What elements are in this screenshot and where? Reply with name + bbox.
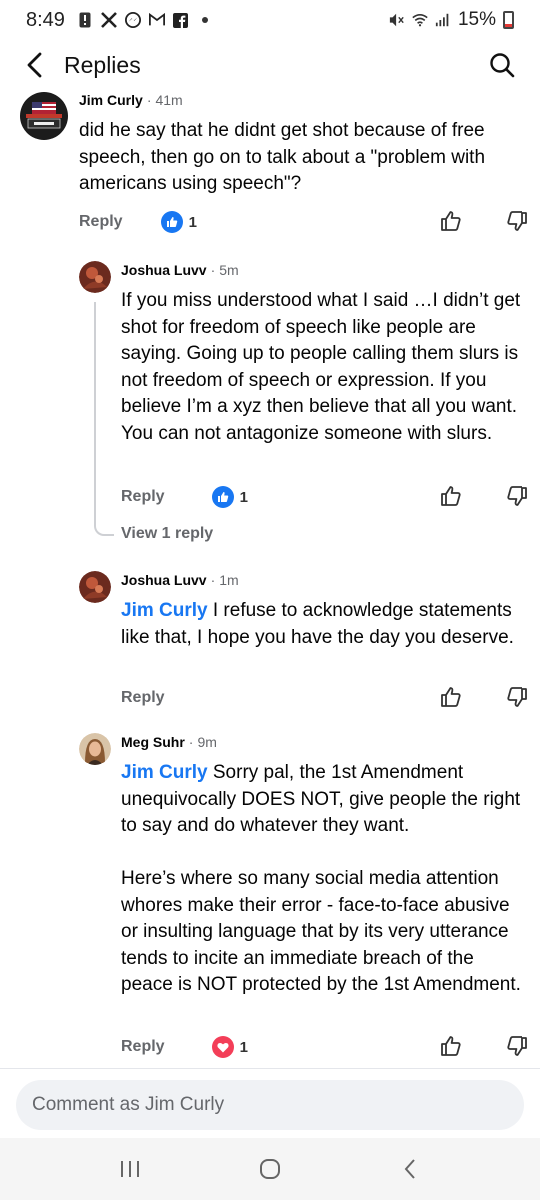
signal-icon [435, 12, 451, 28]
comment-timestamp[interactable]: 41m [155, 92, 182, 108]
comment-author[interactable]: Joshua Luvv [121, 262, 207, 278]
avatar[interactable] [20, 92, 68, 140]
status-time: 8:49 [26, 8, 65, 31]
comment-text: If you miss understood what I said …I di… [121, 290, 526, 444]
header: Replies [0, 40, 540, 90]
wifi-icon [412, 12, 428, 28]
gmail-icon [148, 12, 165, 28]
home-button[interactable] [250, 1149, 290, 1189]
comment-timestamp[interactable]: 9m [197, 734, 216, 750]
thumbs-down-icon [507, 486, 527, 506]
comment-author[interactable]: Jim Curly [79, 92, 143, 108]
reaction-count: 1 [239, 1038, 248, 1056]
recent-apps-icon [121, 1161, 139, 1177]
like-button[interactable] [437, 482, 465, 510]
recent-apps-button[interactable] [110, 1149, 150, 1189]
comment-joshua-luvv-1: Joshua Luvv · 5m If you miss understood … [0, 260, 540, 560]
uncensored-truth-logo-icon [21, 93, 67, 139]
battery-percent: 15% [457, 9, 496, 30]
avatar[interactable] [79, 733, 111, 765]
reaction-summary[interactable]: 1 [211, 486, 248, 508]
mute-icon [389, 12, 405, 28]
comment-joshua-luvv-2: Joshua Luvv · 1m Jim Curly I refuse to a… [0, 570, 540, 720]
search-icon [490, 53, 515, 78]
dislike-button[interactable] [503, 207, 531, 235]
back-nav-button[interactable] [390, 1149, 430, 1189]
back-nav-icon [404, 1159, 415, 1179]
avatar[interactable] [79, 261, 111, 293]
thumbs-up-icon [441, 1036, 461, 1056]
separator-dot: · [210, 262, 216, 278]
separator-dot: · [146, 92, 152, 108]
comment-text: Jim Curly Sorry pal, the 1st Amendment u… [121, 760, 526, 999]
comment-timestamp[interactable]: 1m [219, 572, 238, 588]
reaction-count: 1 [239, 488, 248, 506]
system-nav-bar [0, 1138, 540, 1200]
thumbs-up-icon [441, 687, 461, 707]
reply-button[interactable]: Reply [121, 689, 165, 707]
comment-author[interactable]: Meg Suhr [121, 734, 185, 750]
like-reaction-icon [211, 486, 234, 508]
battery-icon [503, 11, 514, 29]
back-button[interactable] [18, 45, 50, 85]
messenger-icon [124, 12, 141, 28]
thumbs-up-icon [441, 486, 461, 506]
comment-meg-suhr: Meg Suhr · 9m Jim Curly Sorry pal, the 1… [0, 732, 540, 1067]
comment-timestamp[interactable]: 5m [219, 262, 238, 278]
like-reaction-icon [160, 211, 183, 233]
comment-jim-curly: Jim Curly · 41m did he say that he didnt… [0, 90, 540, 250]
separator-dot: · [210, 572, 216, 588]
reaction-count: 1 [188, 213, 197, 231]
comment-input[interactable] [16, 1080, 524, 1130]
dislike-button[interactable] [503, 1032, 531, 1060]
reply-button[interactable]: Reply [79, 213, 123, 231]
thumbs-down-icon [507, 211, 527, 231]
mention-link[interactable]: Jim Curly [121, 600, 208, 621]
comment-author[interactable]: Joshua Luvv [121, 572, 207, 588]
dot-icon [197, 12, 213, 28]
reply-button[interactable]: Reply [121, 488, 165, 506]
facebook-icon [173, 12, 189, 28]
like-button[interactable] [437, 1032, 465, 1060]
comment-text: Jim Curly I refuse to acknowledge statem… [121, 598, 526, 651]
x-icon [101, 12, 117, 28]
separator-dot: · [188, 734, 194, 750]
dislike-button[interactable] [503, 482, 531, 510]
comment-text: did he say that he didnt get shot becaus… [79, 120, 491, 194]
page-title: Replies [64, 51, 141, 78]
love-reaction-icon [211, 1036, 234, 1058]
thumbs-down-icon [507, 687, 527, 707]
back-arrow-icon [27, 52, 42, 78]
search-button[interactable] [482, 45, 522, 85]
comment-body: Sorry pal, the 1st Amendment unequivocal… [121, 762, 521, 995]
view-replies-link[interactable]: View 1 reply [121, 525, 213, 543]
reaction-summary[interactable]: 1 [160, 211, 197, 233]
alert-icon [77, 12, 93, 28]
like-button[interactable] [437, 683, 465, 711]
reaction-summary[interactable]: 1 [211, 1036, 248, 1058]
comment-composer-bar [0, 1068, 540, 1138]
dislike-button[interactable] [503, 683, 531, 711]
thumbs-up-icon [441, 211, 461, 231]
reply-button[interactable]: Reply [121, 1038, 165, 1056]
home-icon [260, 1159, 280, 1179]
like-button[interactable] [437, 207, 465, 235]
thumbs-down-icon [507, 1036, 527, 1056]
avatar[interactable] [79, 571, 111, 603]
status-bar: 8:49 15% [0, 0, 540, 40]
mention-link[interactable]: Jim Curly [121, 762, 208, 783]
